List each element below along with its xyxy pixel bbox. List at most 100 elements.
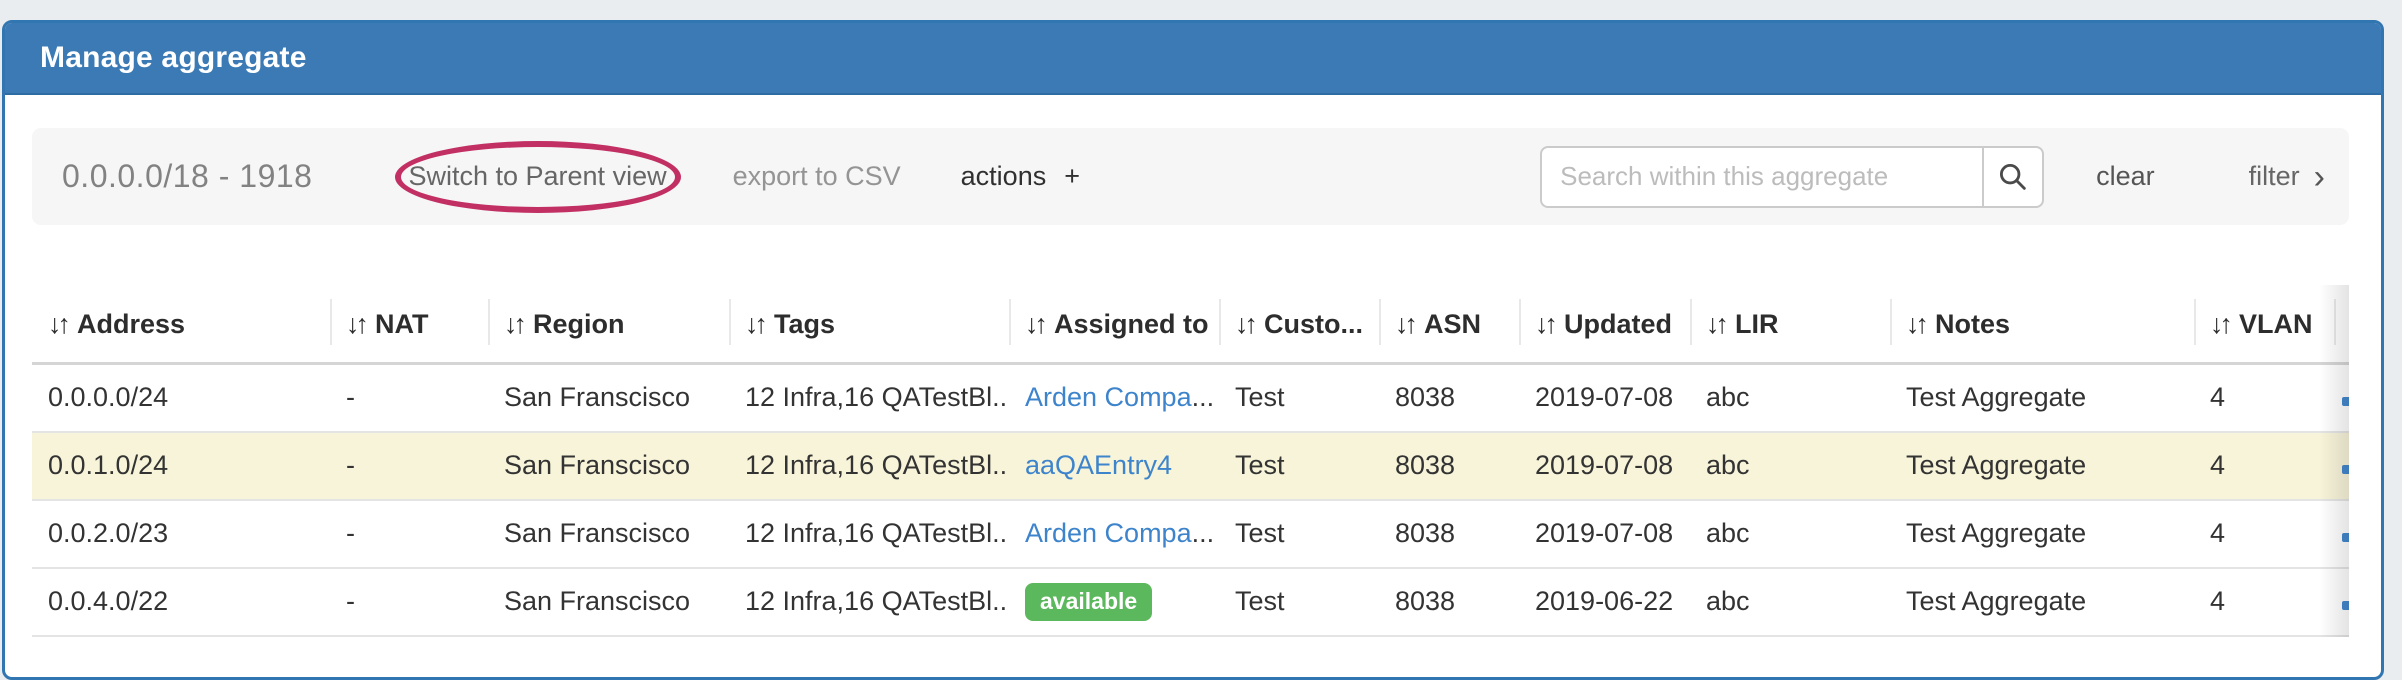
cell-address: 0.0.4.0/22 xyxy=(32,568,330,636)
cell-lir: abc xyxy=(1690,500,1890,568)
cell-region: San Franscisco xyxy=(488,568,729,636)
switch-parent-view-wrap: Switch to Parent view xyxy=(376,161,698,192)
column-label: Region xyxy=(533,309,625,339)
cell-vlan: 4 xyxy=(2194,568,2334,636)
aggregate-table-container: ↓↑ Address ↓↑ NAT ↓↑ Region ↓↑ Tags ↓↑ Assigned t… xyxy=(32,285,2349,637)
aggregate-range-label: 0.0.0.0/18 - 1918 xyxy=(62,158,312,195)
cell-assigned-to: Arden Compa... xyxy=(1009,500,1219,568)
cell-lir: abc xyxy=(1690,432,1890,500)
cell-region: San Franscisco xyxy=(488,364,729,432)
column-label: Assigned to xyxy=(1054,309,1209,339)
column-header-address[interactable]: ↓↑ Address xyxy=(32,285,330,364)
table-row: 0.0.2.0/23-San Franscisco12 Infra,16 QAT… xyxy=(32,500,2349,568)
actions-label: actions xyxy=(961,161,1047,192)
column-label: ASN xyxy=(1424,309,1481,339)
page-title: Manage aggregate xyxy=(40,41,307,75)
cell-customer: Test xyxy=(1219,364,1379,432)
panel-body: 0.0.0.0/18 - 1918 Switch to Parent view … xyxy=(5,95,2381,637)
sort-icon: ↓↑ xyxy=(1906,309,1925,339)
cell-asn: 8038 xyxy=(1379,500,1519,568)
cell-notes: Test Aggregate xyxy=(1890,568,2194,636)
cell-updated: 2019-07-08 xyxy=(1519,364,1690,432)
cell-nat: - xyxy=(330,432,488,500)
truncation-ellipsis: ... xyxy=(1192,382,1215,412)
cell-region: San Franscisco xyxy=(488,500,729,568)
cell-updated: 2019-07-08 xyxy=(1519,500,1690,568)
plus-icon: + xyxy=(1064,161,1080,192)
sort-icon: ↓↑ xyxy=(1025,309,1044,339)
column-header-clipped xyxy=(2334,285,2349,364)
aggregate-table: ↓↑ Address ↓↑ NAT ↓↑ Region ↓↑ Tags ↓↑ Assigned t… xyxy=(32,285,2349,637)
search-group xyxy=(1540,146,2044,208)
sort-icon: ↓↑ xyxy=(745,309,764,339)
filter-button[interactable]: filter › xyxy=(2249,160,2325,194)
column-label: Address xyxy=(77,309,185,339)
clear-button[interactable]: clear xyxy=(2096,161,2155,192)
search-input[interactable] xyxy=(1540,146,1982,208)
search-icon xyxy=(1996,160,2030,194)
column-header-updated[interactable]: ↓↑Updated xyxy=(1519,285,1690,364)
column-header-nat[interactable]: ↓↑ NAT xyxy=(330,285,488,364)
sort-icon: ↓↑ xyxy=(346,309,365,339)
cell-clipped xyxy=(2334,568,2349,636)
actions-menu[interactable]: actions + xyxy=(961,161,1080,192)
export-to-csv-link[interactable]: export to CSV xyxy=(733,161,901,192)
column-header-lir[interactable]: ↓↑LIR xyxy=(1690,285,1890,364)
column-label: Notes xyxy=(1935,309,2010,339)
panel-header: Manage aggregate xyxy=(5,23,2381,95)
truncation-ellipsis: ... xyxy=(1192,518,1215,548)
switch-to-parent-view-link[interactable]: Switch to Parent view xyxy=(408,161,666,191)
sort-icon: ↓↑ xyxy=(504,309,523,339)
cell-clipped xyxy=(2334,432,2349,500)
assigned-to-link[interactable]: Arden Compa xyxy=(1025,382,1192,412)
cell-lir: abc xyxy=(1690,364,1890,432)
filter-label: filter xyxy=(2249,161,2300,192)
column-label: LIR xyxy=(1735,309,1779,339)
cell-tags: 12 Infra,16 QATestBl... xyxy=(729,500,1009,568)
assigned-to-link[interactable]: Arden Compa xyxy=(1025,518,1192,548)
column-header-custo[interactable]: ↓↑ Custo... xyxy=(1219,285,1379,364)
column-header-vlan[interactable]: ↓↑ VLAN xyxy=(2194,285,2334,364)
clipped-link-fragment xyxy=(2342,533,2349,542)
cell-tags: 12 Infra,16 QATestBl... xyxy=(729,568,1009,636)
column-header-notes[interactable]: ↓↑ Notes xyxy=(1890,285,2194,364)
cell-assigned-to: aaQAEntry4 xyxy=(1009,432,1219,500)
sort-icon: ↓↑ xyxy=(48,309,67,339)
table-header-row: ↓↑ Address ↓↑ NAT ↓↑ Region ↓↑ Tags ↓↑ Assigned t… xyxy=(32,285,2349,364)
cell-updated: 2019-07-08 xyxy=(1519,432,1690,500)
column-header-tags[interactable]: ↓↑ Tags xyxy=(729,285,1009,364)
column-header-assigned-to[interactable]: ↓↑ Assigned to xyxy=(1009,285,1219,364)
cell-notes: Test Aggregate xyxy=(1890,432,2194,500)
cell-notes: Test Aggregate xyxy=(1890,364,2194,432)
assigned-to-link[interactable]: aaQAEntry4 xyxy=(1025,450,1172,480)
cell-nat: - xyxy=(330,568,488,636)
cell-address: 0.0.1.0/24 xyxy=(32,432,330,500)
column-label: Custo... xyxy=(1264,309,1363,339)
sort-icon: ↓↑ xyxy=(1535,309,1554,339)
column-label: VLAN xyxy=(2239,309,2313,339)
cell-clipped xyxy=(2334,364,2349,432)
sort-icon: ↓↑ xyxy=(1395,309,1414,339)
clipped-link-fragment xyxy=(2342,601,2349,610)
available-badge[interactable]: available xyxy=(1025,583,1152,621)
manage-aggregate-panel: Manage aggregate 0.0.0.0/18 - 1918 Switc… xyxy=(2,20,2384,680)
cell-vlan: 4 xyxy=(2194,364,2334,432)
cell-asn: 8038 xyxy=(1379,364,1519,432)
cell-vlan: 4 xyxy=(2194,500,2334,568)
cell-tags: 12 Infra,16 QATestBl... xyxy=(729,364,1009,432)
cell-notes: Test Aggregate xyxy=(1890,500,2194,568)
sort-icon: ↓↑ xyxy=(2210,309,2229,339)
column-label: NAT xyxy=(375,309,429,339)
cell-customer: Test xyxy=(1219,500,1379,568)
cell-region: San Franscisco xyxy=(488,432,729,500)
sort-icon: ↓↑ xyxy=(1235,309,1254,339)
column-header-asn[interactable]: ↓↑ ASN xyxy=(1379,285,1519,364)
cell-customer: Test xyxy=(1219,432,1379,500)
clipped-link-fragment xyxy=(2342,397,2349,406)
search-button[interactable] xyxy=(1982,146,2044,208)
cell-lir: abc xyxy=(1690,568,1890,636)
column-header-region[interactable]: ↓↑ Region xyxy=(488,285,729,364)
cell-asn: 8038 xyxy=(1379,432,1519,500)
column-label: Tags xyxy=(774,309,835,339)
cell-tags: 12 Infra,16 QATestBl... xyxy=(729,432,1009,500)
